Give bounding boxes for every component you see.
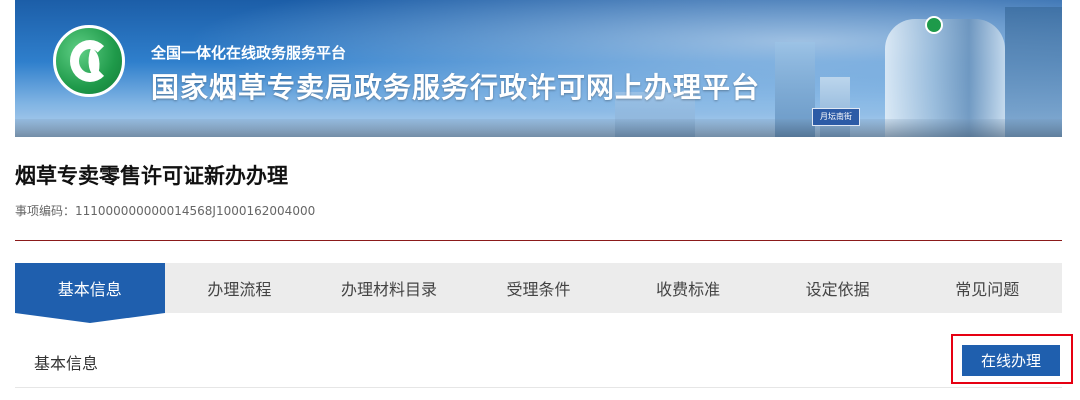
banner-subtitle: 全国一体化在线政务服务平台: [151, 44, 347, 62]
online-apply-button[interactable]: 在线办理: [962, 345, 1060, 376]
tab-conditions[interactable]: 受理条件: [464, 263, 614, 313]
tab-materials[interactable]: 办理材料目录: [314, 263, 464, 313]
tab-fees[interactable]: 收费标准: [613, 263, 763, 313]
section-title: 基本信息: [34, 354, 99, 373]
item-code: 事项编码：111000000000014568J1000162004000: [15, 204, 316, 218]
banner-ground: [15, 119, 1062, 137]
tab-basic-info[interactable]: 基本信息: [15, 263, 165, 323]
tobacco-logo-icon: [53, 25, 125, 97]
building-logo-icon: [925, 16, 943, 34]
tab-process[interactable]: 办理流程: [165, 263, 315, 313]
road-sign: 月坛南街: [812, 108, 860, 126]
header-banner: 月坛南街 全国一体化在线政务服务平台 国家烟草专卖局政务服务行政许可网上办理平台: [15, 0, 1062, 137]
section-divider: [15, 387, 1062, 388]
banner-title: 国家烟草专卖局政务服务行政许可网上办理平台: [151, 71, 761, 104]
title-divider: [15, 240, 1062, 241]
banner-building: [1005, 7, 1062, 137]
tab-faq[interactable]: 常见问题: [912, 263, 1062, 313]
page-title: 烟草专卖零售许可证新办办理: [15, 164, 288, 188]
tab-legal-basis[interactable]: 设定依据: [763, 263, 913, 313]
tab-bar: 基本信息 办理流程 办理材料目录 受理条件 收费标准 设定依据 常见问题: [15, 263, 1062, 323]
